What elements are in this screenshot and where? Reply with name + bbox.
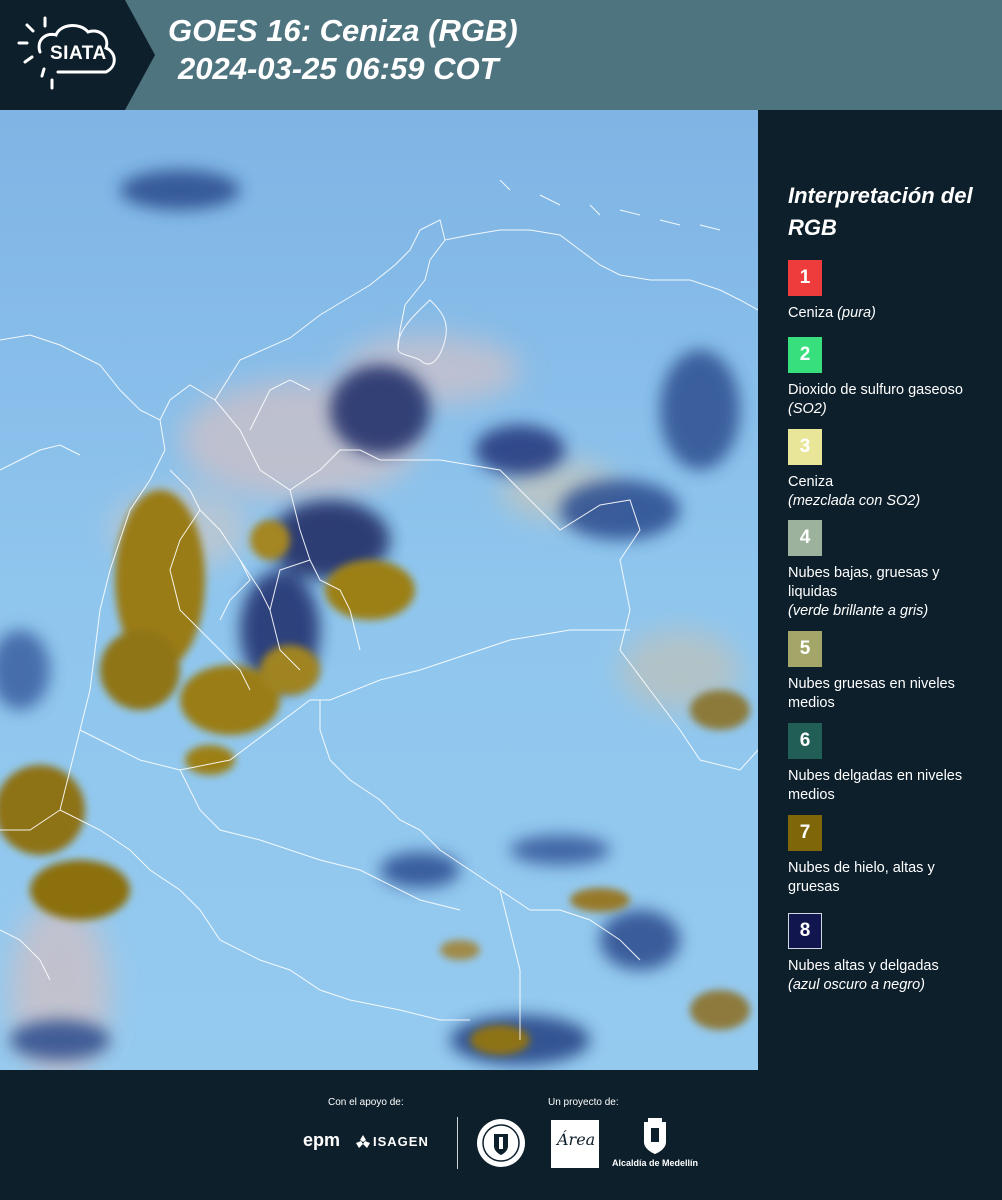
legend-label-7: Nubes de hielo, altas y gruesas	[788, 859, 988, 897]
legend-label-text-7: Nubes de hielo, altas y gruesas	[788, 860, 935, 895]
isagen-logo-icon	[356, 1135, 370, 1148]
legend-item-3: 3 Ceniza (mezclada con SO2)	[788, 429, 988, 511]
legend-number-4: 4	[799, 527, 811, 548]
area-metropolitana-logo: Área	[551, 1120, 599, 1168]
legend-item-5: 5 Nubes gruesas en niveles medios	[788, 631, 988, 713]
siata-logo-text: SIATA	[50, 43, 107, 64]
satellite-image	[0, 110, 758, 1070]
area-logo-text: Área	[557, 1130, 596, 1149]
page-title: GOES 16: Ceniza (RGB) 2024-03-25 06:59 C…	[168, 12, 518, 88]
legend-item-4: 4 Nubes bajas, gruesas y liquidas (verde …	[788, 520, 988, 621]
legend-note-8: (azul oscuro a negro)	[788, 977, 926, 993]
legend-title: Interpretación del RGB	[788, 183, 973, 240]
legend-number-5: 5	[799, 638, 811, 659]
legend-label-4: Nubes bajas, gruesas y liquidas (verde br…	[788, 564, 988, 621]
footer: Con el apoyo de: epm ISAGEN Un proyecto …	[0, 1070, 1002, 1200]
university-seal-icon	[477, 1119, 525, 1167]
legend-item-7: 7 Nubes de hielo, altas y gruesas	[788, 815, 988, 897]
legend-number-6: 6	[799, 730, 811, 751]
header-bar: SIATA GOES 16: Ceniza (RGB) 2024-03-25 0…	[0, 0, 1002, 110]
footer-divider	[457, 1117, 458, 1169]
legend-label-text-8: Nubes altas y delgadas	[788, 958, 939, 974]
legend-swatch-5: 5	[788, 631, 822, 667]
title-product: GOES 16: Ceniza (RGB)	[168, 13, 518, 48]
legend-label-text-1: Ceniza	[788, 305, 834, 321]
legend-number-1: 1	[799, 267, 811, 288]
legend-number-2: 2	[799, 344, 811, 365]
medellin-shield-icon	[644, 1118, 666, 1154]
legend-label-8: Nubes altas y delgadas (azul oscuro a neg…	[788, 957, 988, 995]
legend-swatch-1: 1	[788, 260, 822, 296]
isagen-logo: ISAGEN	[373, 1134, 429, 1149]
legend-label-text-6: Nubes delgadas en niveles medios	[788, 768, 963, 803]
legend-swatch-8: 8	[788, 913, 822, 949]
legend-note-4: (verde brillante a gris)	[788, 603, 929, 619]
legend-item-6: 6 Nubes delgadas en niveles medios	[788, 723, 988, 805]
legend-label-2: Dioxido de sulfuro gaseoso (SO2)	[788, 381, 988, 419]
siata-logo: SIATA	[0, 0, 155, 110]
legend-item-8: 8 Nubes altas y delgadas (azul oscuro a n…	[788, 913, 988, 995]
support-label: Con el apoyo de:	[328, 1097, 404, 1108]
legend-label-5: Nubes gruesas en niveles medios	[788, 675, 988, 713]
legend-number-7: 7	[799, 822, 811, 843]
legend-swatch-7: 7	[788, 815, 822, 851]
legend-number-3: 3	[799, 436, 811, 457]
project-label: Un proyecto de:	[548, 1097, 619, 1108]
legend-label-text-4: Nubes bajas, gruesas y liquidas	[788, 565, 940, 600]
title-timestamp: 2024-03-25 06:59 COT	[178, 51, 499, 86]
legend-swatch-6: 6	[788, 723, 822, 759]
rgb-legend: Interpretación del RGB 1 Ceniza (pura) 2…	[758, 110, 1002, 1070]
legend-note-1: (pura)	[837, 305, 876, 321]
legend-label-1: Ceniza (pura)	[788, 304, 988, 323]
legend-item-2: 2 Dioxido de sulfuro gaseoso (SO2)	[788, 337, 988, 419]
legend-note-3: (mezclada con SO2)	[788, 493, 921, 509]
legend-swatch-4: 4	[788, 520, 822, 556]
legend-label-text-3: Ceniza	[788, 474, 834, 490]
legend-number-8: 8	[799, 920, 811, 941]
legend-label-text-5: Nubes gruesas en niveles medios	[788, 676, 955, 711]
alcaldia-label: Alcaldía de Medellín	[612, 1158, 699, 1168]
epm-logo: epm	[303, 1130, 341, 1150]
legend-note-2: (SO2)	[788, 401, 827, 417]
legend-label-3: Ceniza (mezclada con SO2)	[788, 473, 988, 511]
legend-swatch-3: 3	[788, 429, 822, 465]
legend-item-1: 1 Ceniza (pura)	[788, 260, 988, 323]
legend-label-text-2: Dioxido de sulfuro gaseoso	[788, 382, 963, 398]
legend-swatch-2: 2	[788, 337, 822, 373]
legend-label-6: Nubes delgadas en niveles medios	[788, 767, 988, 805]
